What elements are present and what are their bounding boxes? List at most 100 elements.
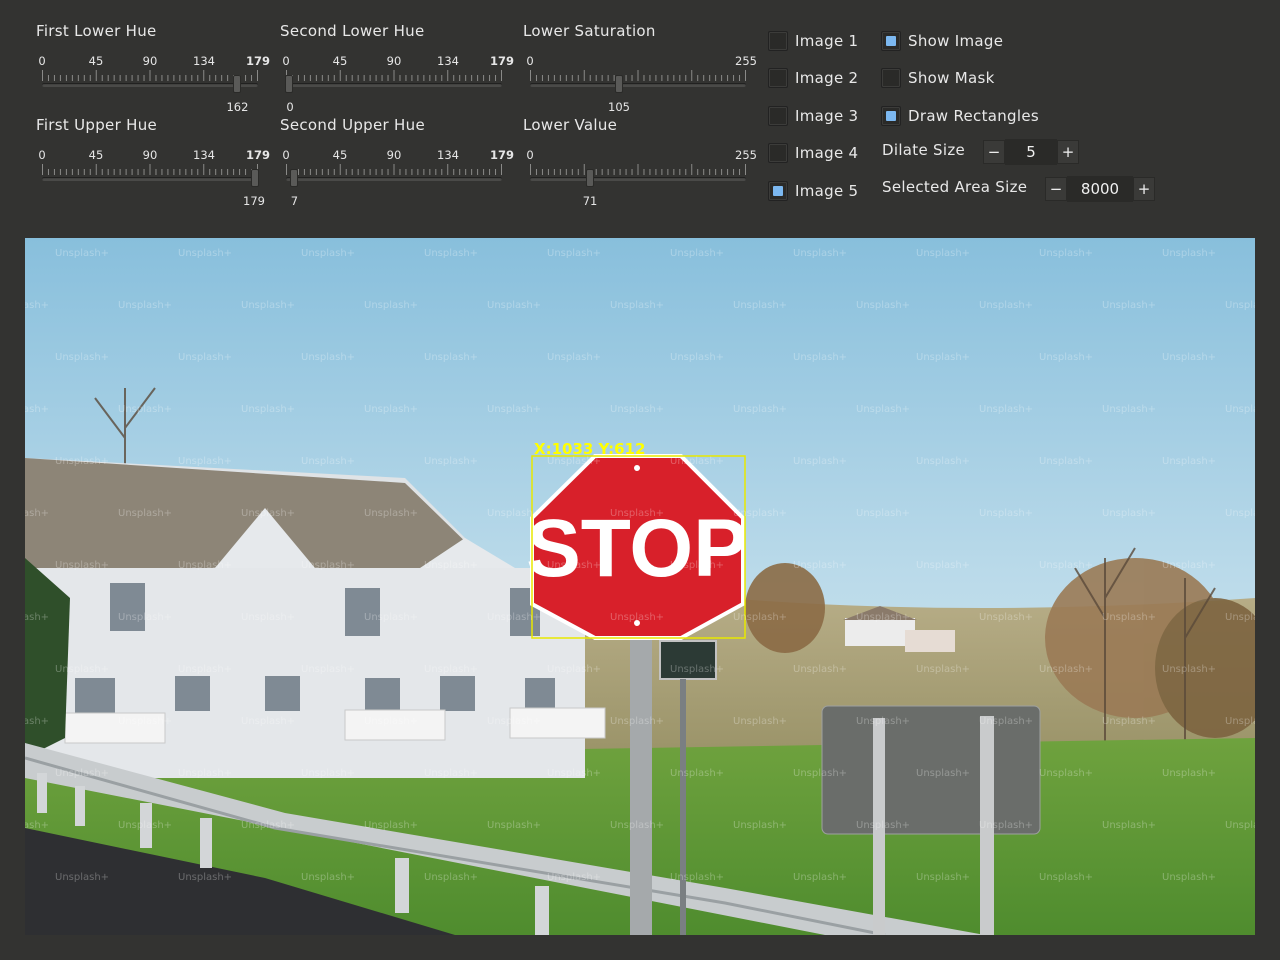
- watermark-text: Unsplash+: [733, 508, 787, 519]
- watermark-text: Unsplash+: [916, 664, 970, 675]
- selected-area-size-stepper[interactable]: − 8000 +: [1045, 176, 1155, 202]
- second-upper-hue-slider[interactable]: 0 45 90 134 179 7: [282, 148, 514, 208]
- slider-handle[interactable]: [252, 170, 258, 186]
- watermark-text: Unsplash+: [610, 508, 664, 519]
- dilate-size-value[interactable]: 5: [1005, 139, 1057, 165]
- area-increment-button[interactable]: +: [1133, 177, 1155, 201]
- watermark-text: Unsplash+: [1162, 560, 1216, 571]
- watermark-text: Unsplash+: [1039, 560, 1093, 571]
- watermark-text: Unsplash+: [118, 404, 172, 415]
- watermark-text: Unsplash+: [1039, 664, 1093, 675]
- watermark-text: Unsplash+: [856, 820, 910, 831]
- watermark-text: Unsplash+: [1225, 300, 1255, 311]
- watermark-text: Unsplash+: [364, 300, 418, 311]
- dilate-decrement-button[interactable]: −: [983, 140, 1005, 164]
- first-upper-hue-slider[interactable]: 0 45 90 134 179 179: [38, 148, 270, 208]
- image-5-checkbox[interactable]: Image 5: [768, 180, 858, 202]
- slider-tick-label: 45: [88, 54, 104, 68]
- slider-handle[interactable]: [286, 76, 292, 92]
- checkbox-box[interactable]: [881, 68, 901, 88]
- slider-handle[interactable]: [234, 76, 241, 92]
- slider-value: 179: [243, 194, 265, 208]
- show-mask-checkbox[interactable]: Show Mask: [881, 67, 995, 89]
- watermark-text: Unsplash+: [487, 716, 541, 727]
- watermark-text: Unsplash+: [55, 248, 109, 259]
- lower-saturation-slider[interactable]: 0 255 105: [526, 54, 757, 114]
- dilate-size-stepper[interactable]: − 5 +: [983, 139, 1079, 165]
- second-lower-hue-slider[interactable]: 0 45 90 134 179 0: [282, 54, 514, 114]
- checkbox-box[interactable]: [768, 181, 788, 201]
- watermark-text: Unsplash+: [1102, 508, 1156, 519]
- watermark-text: Unsplash+: [118, 716, 172, 727]
- watermark-text: Unsplash+: [1225, 716, 1255, 727]
- watermark-text: Unsplash+: [178, 768, 232, 779]
- image-4-checkbox[interactable]: Image 4: [768, 142, 858, 164]
- slider-track[interactable]: [286, 83, 502, 87]
- selected-area-size-value[interactable]: 8000: [1067, 176, 1133, 202]
- watermark-text: Unsplash+: [547, 560, 601, 571]
- image-1-checkbox[interactable]: Image 1: [768, 30, 858, 52]
- dilate-increment-button[interactable]: +: [1057, 140, 1079, 164]
- image-1-label: Image 1: [795, 32, 859, 50]
- slider-track[interactable]: [286, 177, 502, 181]
- image-preview: STOP X:1033 Y:612 Unsplash+ Unsplash+ Unsp…: [25, 238, 1255, 935]
- checkbox-box[interactable]: [768, 143, 788, 163]
- checkbox-box[interactable]: [768, 68, 788, 88]
- watermark-text: Unsplash+: [610, 612, 664, 623]
- watermark-text: Unsplash+: [487, 508, 541, 519]
- checkbox-box[interactable]: [768, 106, 788, 126]
- slider-tick-label: 255: [735, 54, 757, 68]
- image-3-checkbox[interactable]: Image 3: [768, 105, 858, 127]
- slider-handle[interactable]: [587, 170, 594, 186]
- slider-value: 105: [608, 100, 630, 114]
- checkbox-box[interactable]: [881, 31, 901, 51]
- checkbox-box[interactable]: [881, 106, 901, 126]
- watermark-text: Unsplash+: [1102, 612, 1156, 623]
- image-2-checkbox[interactable]: Image 2: [768, 67, 858, 89]
- show-image-checkbox[interactable]: Show Image: [881, 30, 1003, 52]
- watermark-text: Unsplash+: [610, 716, 664, 727]
- watermark-text: Unsplash+: [547, 248, 601, 259]
- first-lower-hue-label: First Lower Hue: [36, 22, 157, 40]
- slider-tick-label: 255: [735, 148, 757, 162]
- watermark-text: Unsplash+: [547, 664, 601, 675]
- slider-track[interactable]: [530, 83, 746, 87]
- watermark-text: Unsplash+: [364, 404, 418, 415]
- first-upper-hue-label: First Upper Hue: [36, 116, 158, 134]
- watermark-text: Unsplash+: [1225, 508, 1255, 519]
- slider-value: 71: [582, 194, 598, 208]
- slider-tick-label: 45: [88, 148, 104, 162]
- slider-tick-label: 0: [282, 54, 290, 68]
- watermark-text: Unsplash+: [424, 456, 478, 467]
- watermark-text: Unsplash+: [793, 352, 847, 363]
- watermark-text: Unsplash+: [793, 560, 847, 571]
- slider-tick-label: 179: [245, 54, 271, 68]
- watermark-text: Unsplash+: [733, 612, 787, 623]
- show-mask-label: Show Mask: [908, 69, 995, 87]
- watermark-text: Unsplash+: [301, 248, 355, 259]
- slider-handle[interactable]: [615, 76, 622, 92]
- first-lower-hue-slider[interactable]: 0 45 90 134 179 162: [38, 54, 270, 114]
- slider-tick-label: 0: [526, 148, 534, 162]
- slider-track[interactable]: [42, 83, 258, 87]
- image-2-label: Image 2: [795, 69, 859, 87]
- second-lower-hue-label: Second Lower Hue: [280, 22, 425, 40]
- checkbox-box[interactable]: [768, 31, 788, 51]
- image-3-label: Image 3: [795, 107, 859, 125]
- watermark-text: Unsplash+: [979, 820, 1033, 831]
- watermark-text: Unsplash+: [25, 820, 49, 831]
- slider-track[interactable]: [42, 177, 258, 181]
- watermark-text: Unsplash+: [1162, 248, 1216, 259]
- watermark-text: Unsplash+: [916, 560, 970, 571]
- scene-illustration: STOP X:1033 Y:612 Unsplash+ Unsplash+ Unsp…: [25, 238, 1255, 935]
- area-decrement-button[interactable]: −: [1045, 177, 1067, 201]
- watermark-text: Unsplash+: [916, 248, 970, 259]
- draw-rectangles-checkbox[interactable]: Draw Rectangles: [881, 105, 1039, 127]
- watermark-text: Unsplash+: [547, 352, 601, 363]
- slider-handle[interactable]: [291, 170, 298, 186]
- slider-track[interactable]: [530, 177, 746, 181]
- watermark-text: Unsplash+: [1039, 352, 1093, 363]
- watermark-text: Unsplash+: [364, 612, 418, 623]
- lower-value-slider[interactable]: 0 255 71: [526, 148, 757, 208]
- watermark-text: Unsplash+: [670, 456, 724, 467]
